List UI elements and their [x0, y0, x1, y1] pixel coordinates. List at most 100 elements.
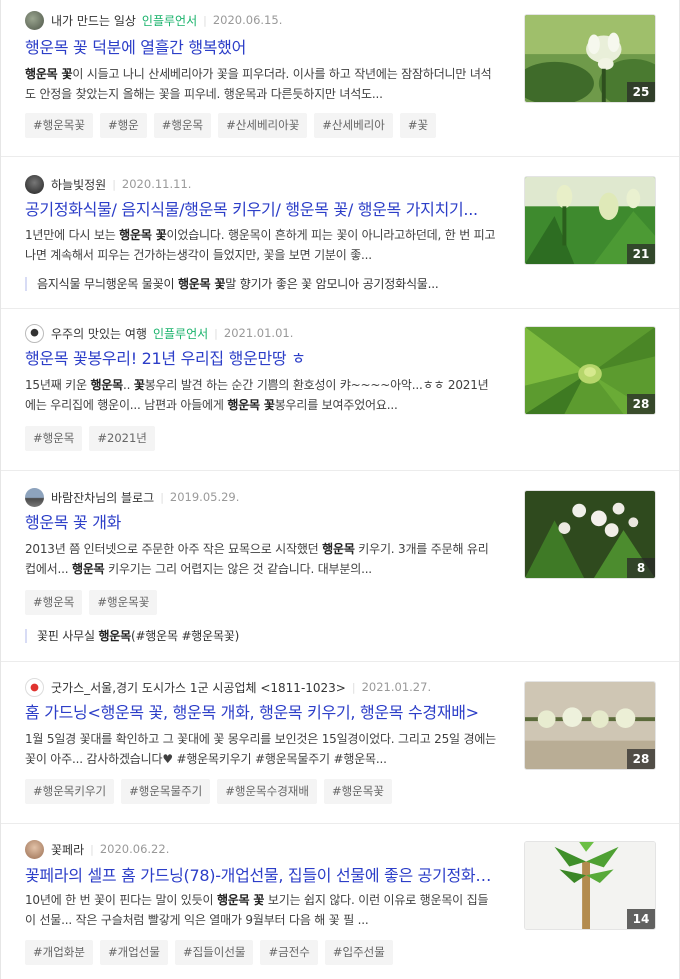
tag-list: #행운목꽃 #행운 #행운목 #산세베리아꽃 #산세베리아 #꽃	[25, 113, 437, 138]
photo-count-badge: 28	[627, 749, 655, 769]
post-title-link[interactable]: 행운목 꽃봉우리! 21년 우리집 행운만땅 ㅎ	[25, 347, 495, 371]
thumbnail[interactable]: 14	[524, 841, 656, 930]
keyword-highlight: 꽃	[133, 378, 145, 392]
post-meta: 굿가스_서울,경기 도시가스 1군 시공업체 <1811-1023> | 202…	[25, 677, 431, 697]
post-date: 2020.06.15.	[212, 13, 283, 27]
hashtag[interactable]: #산세베리아	[314, 113, 393, 138]
hashtag[interactable]: #행운목	[25, 426, 83, 451]
text-segment: 2013년 쯤 인터넷으로 주문한 아주 작은 묘목으로 시작했던	[25, 542, 323, 556]
thumbnail[interactable]: 28	[524, 326, 656, 415]
author-name[interactable]: 우주의 맛있는 여행	[51, 325, 147, 342]
text-segment: 키우기는 그리 어렵지는 않은 것 같습니다. 대부분의...	[104, 562, 372, 576]
text-segment: 15년째 키운	[25, 378, 91, 392]
author-name[interactable]: 굿가스_서울,경기 도시가스 1군 시공업체 <1811-1023>	[51, 679, 346, 696]
hashtag[interactable]: #행운목꽃	[89, 590, 158, 615]
hashtag[interactable]: #금전수	[260, 940, 318, 965]
avatar[interactable]	[25, 174, 44, 194]
text-segment: 말 향기가 좋은 꽃 암모니아 공기정화식물...	[225, 277, 439, 291]
influencer-badge: 인플루언서	[152, 326, 209, 341]
list-item: 내가 만드는 일상 인플루언서 | 2020.06.15. 행운목 꽃 덕분에 …	[1, 0, 679, 157]
post-meta: 꽃페라 | 2020.06.22.	[25, 839, 169, 859]
tag-list: #행운목 #2021년	[25, 426, 155, 451]
hashtag[interactable]: #입주선물	[324, 940, 393, 965]
hashtag[interactable]: #행운목키우기	[25, 779, 115, 804]
post-date: 2019.05.29.	[169, 490, 240, 504]
hashtag[interactable]: #행운목꽃	[323, 779, 392, 804]
hashtag[interactable]: #행운	[99, 113, 147, 138]
post-title-link[interactable]: 행운목 꽃 개화	[25, 511, 495, 535]
post-description[interactable]: 행운목 꽃이 시들고 나니 산세베리아가 꽃을 피우더라. 이사를 하고 작년에…	[25, 64, 498, 104]
photo-count-badge: 25	[627, 82, 655, 102]
hashtag[interactable]: #집들이선물	[174, 940, 254, 965]
photo-count-badge: 8	[627, 558, 655, 578]
post-title-link[interactable]: 꽃페라의 셀프 홈 가드닝(78)-개업선물, 집들이 선물에 좋은 공기정화식…	[25, 864, 495, 888]
keyword-highlight: 행운목 꽃	[227, 398, 275, 412]
author-name[interactable]: 바람잔차님의 블로그	[51, 489, 154, 506]
hashtag[interactable]: #행운목	[153, 113, 212, 138]
post-meta: 우주의 맛있는 여행 인플루언서 | 2021.01.01.	[25, 323, 293, 343]
photo-count-badge: 21	[627, 244, 655, 264]
hashtag[interactable]: #행운목수경재배	[217, 779, 317, 804]
hashtag[interactable]: #개업선물	[99, 940, 168, 965]
post-title-link[interactable]: 공기정화식물/ 음지식물/행운목 키우기/ 행운목 꽃/ 행운목 가지치기...	[25, 198, 495, 222]
photo-count-badge: 28	[627, 394, 655, 414]
keyword-highlight: 행운목 꽃	[25, 67, 73, 81]
hashtag[interactable]: #꽃	[399, 113, 437, 138]
thumbnail[interactable]: 28	[524, 681, 656, 770]
post-date: 2021.01.01.	[223, 326, 294, 340]
list-item: 하늘빛정원 | 2020.11.11. 공기정화식물/ 음지식물/행운목 키우기…	[1, 157, 679, 309]
post-title-link[interactable]: 홈 가드닝<행운목 꽃, 행운목 개화, 행운목 키우기, 행운목 수경재배>	[25, 701, 495, 725]
list-item: 우주의 맛있는 여행 인플루언서 | 2021.01.01. 행운목 꽃봉우리!…	[1, 309, 679, 471]
related-post-link[interactable]: 음지식물 무늬행운목 물꽂이 행운목 꽃말 향기가 좋은 꽃 암모니아 공기정화…	[25, 277, 495, 291]
divider: |	[160, 490, 164, 504]
thumbnail[interactable]: 8	[524, 490, 656, 579]
divider: |	[203, 13, 207, 27]
related-post-link[interactable]: 꽃핀 사무실 행운목(#행운목 #행운목꽃)	[25, 629, 495, 643]
post-description[interactable]: 2013년 쯤 인터넷으로 주문한 아주 작은 묘목으로 시작했던 행운목 키우…	[25, 539, 498, 579]
keyword-highlight: 행운목	[71, 562, 105, 576]
post-date: 2020.06.22.	[99, 842, 170, 856]
text-segment: 10년에 한 번 꽃이 핀다는 말이 있듯이	[25, 893, 217, 907]
divider: |	[90, 842, 94, 856]
avatar[interactable]	[25, 487, 44, 507]
author-name[interactable]: 하늘빛정원	[51, 176, 106, 193]
avatar[interactable]	[25, 677, 44, 697]
avatar[interactable]	[25, 10, 44, 30]
post-date: 2020.11.11.	[121, 177, 192, 191]
text-segment: 봉우리를 보여주었어요...	[274, 398, 398, 412]
post-title-link[interactable]: 행운목 꽃 덕분에 열흘간 행복했어	[25, 36, 495, 60]
divider: |	[112, 177, 116, 191]
text-segment: 이 시들고 나니 산세베리아가 꽃을 피우더라. 이사를 하고 작년에는 잠잠하…	[25, 67, 492, 101]
post-description[interactable]: 10년에 한 번 꽃이 핀다는 말이 있듯이 행운목 꽃 보기는 쉽지 않다. …	[25, 890, 498, 930]
hashtag[interactable]: #행운목물주기	[121, 779, 211, 804]
tag-list: #행운목키우기 #행운목물주기 #행운목수경재배 #행운목꽃	[25, 779, 392, 804]
keyword-highlight: 행운목 꽃	[119, 228, 167, 242]
keyword-highlight: 행운목	[98, 629, 131, 643]
author-name[interactable]: 꽃페라	[51, 841, 84, 858]
avatar[interactable]	[25, 839, 44, 859]
hashtag[interactable]: #산세베리아꽃	[218, 113, 308, 138]
text-segment: 1월 5일경 꽃대를 확인하고 그 꽃대에 꽃 몽우리를 보인것은 15일경이었…	[25, 732, 496, 766]
influencer-badge: 인플루언서	[141, 13, 198, 28]
search-result-list: 내가 만드는 일상 인플루언서 | 2020.06.15. 행운목 꽃 덕분에 …	[0, 0, 680, 979]
hashtag[interactable]: #행운목	[25, 590, 83, 615]
keyword-highlight: 행운목 꽃	[177, 277, 226, 291]
post-description[interactable]: 1년만에 다시 보는 행운목 꽃이었습니다. 행운목이 흔하게 피는 꽃이 아니…	[25, 225, 498, 265]
hashtag[interactable]: #개업화분	[25, 940, 93, 965]
text-segment: (#행운목 #행운목꽃)	[130, 629, 240, 643]
keyword-highlight: 행운목 꽃	[216, 893, 265, 907]
avatar[interactable]	[25, 323, 44, 343]
thumbnail[interactable]: 25	[524, 14, 656, 103]
hashtag[interactable]: #2021년	[89, 426, 155, 451]
author-name[interactable]: 내가 만드는 일상	[51, 12, 136, 29]
text-segment: 꽃핀 사무실	[37, 629, 99, 643]
thumbnail[interactable]: 21	[524, 176, 656, 265]
tag-list: #개업화분 #개업선물 #집들이선물 #금전수 #입주선물	[25, 940, 393, 965]
post-meta: 내가 만드는 일상 인플루언서 | 2020.06.15.	[25, 10, 282, 30]
post-description[interactable]: 15년째 키운 행운목.. 꽃봉우리 발견 하는 순간 기쁨의 환호성이 캬~~…	[25, 375, 498, 415]
text-segment: 음지식물 무늬행운목 물꽂이	[37, 277, 178, 291]
keyword-highlight: 행운목	[90, 378, 123, 392]
tag-list: #행운목 #행운목꽃	[25, 590, 158, 615]
post-description[interactable]: 1월 5일경 꽃대를 확인하고 그 꽃대에 꽃 몽우리를 보인것은 15일경이었…	[25, 729, 498, 769]
hashtag[interactable]: #행운목꽃	[25, 113, 93, 138]
